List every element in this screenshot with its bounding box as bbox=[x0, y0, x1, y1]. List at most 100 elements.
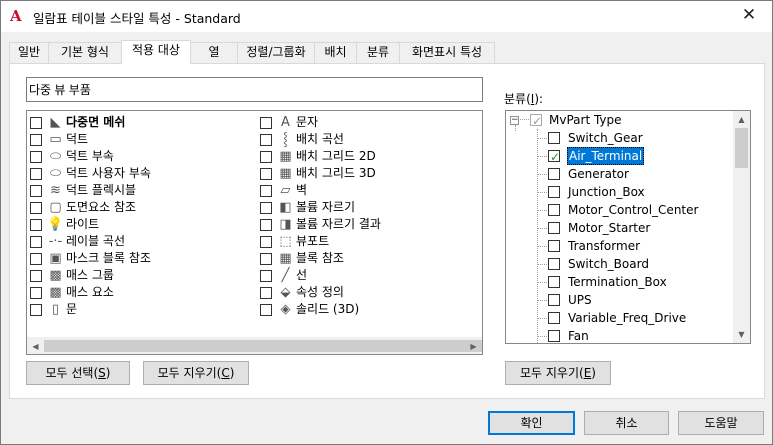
object-type-checkbox[interactable] bbox=[260, 219, 272, 231]
object-type-checkbox[interactable] bbox=[30, 219, 42, 231]
object-type-item[interactable]: ▢ 도면요소 참조 bbox=[30, 199, 258, 216]
tab-classification[interactable]: 분류 bbox=[356, 42, 400, 63]
clear-all-objects-button[interactable]: 모두 지우기(C) bbox=[143, 361, 249, 385]
close-button[interactable]: ✕ bbox=[726, 1, 772, 32]
object-type-checkbox[interactable] bbox=[30, 270, 42, 282]
tab-basic-format[interactable]: 기본 형식 bbox=[48, 42, 122, 63]
object-type-list[interactable]: ◣ 다중면 메쉬 ▭ 덕트 ⬭ 덕트 부속 ⬭ 덕트 사용자 부속 ≋ 덕트 플렉시블 ▢ 도면요소 … bbox=[26, 110, 483, 355]
classification-item[interactable]: Motor_Starter bbox=[538, 219, 728, 237]
object-type-checkbox[interactable] bbox=[30, 117, 42, 129]
classification-item[interactable]: Switch_Gear bbox=[538, 129, 728, 147]
object-type-checkbox[interactable] bbox=[260, 304, 272, 316]
object-type-item[interactable]: ≋ 덕트 플렉시블 bbox=[30, 182, 258, 199]
classification-item[interactable]: Termination_Box bbox=[538, 273, 728, 291]
classification-checkbox[interactable] bbox=[548, 276, 560, 288]
classification-item[interactable]: Switch_Board bbox=[538, 255, 728, 273]
scroll-down-icon[interactable]: ▼ bbox=[733, 326, 750, 343]
tab-sorting-grouping[interactable]: 정렬/그룹화 bbox=[237, 42, 315, 63]
object-type-item[interactable]: ╱ 선 bbox=[260, 267, 480, 284]
tab-columns[interactable]: 열 bbox=[190, 42, 238, 63]
object-type-checkbox[interactable] bbox=[30, 304, 42, 316]
tab-display-properties[interactable]: 화면표시 특성 bbox=[399, 42, 495, 63]
scroll-up-icon[interactable]: ▲ bbox=[733, 111, 750, 128]
object-type-item[interactable]: ◣ 다중면 메쉬 bbox=[30, 114, 258, 131]
tab-layout[interactable]: 배치 bbox=[314, 42, 357, 63]
object-type-checkbox[interactable] bbox=[30, 202, 42, 214]
object-type-item[interactable]: ◈ 솔리드 (3D) bbox=[260, 301, 480, 318]
object-type-checkbox[interactable] bbox=[30, 253, 42, 265]
tab-general[interactable]: 일반 bbox=[9, 42, 49, 63]
object-type-checkbox[interactable] bbox=[260, 236, 272, 248]
object-type-item[interactable]: ▱ 벽 bbox=[260, 182, 480, 199]
object-type-checkbox[interactable] bbox=[30, 287, 42, 299]
object-filter-input[interactable] bbox=[26, 77, 483, 102]
object-type-checkbox[interactable] bbox=[260, 134, 272, 146]
object-type-item[interactable]: ◧ 볼륨 자르기 bbox=[260, 199, 480, 216]
object-type-checkbox[interactable] bbox=[260, 287, 272, 299]
select-all-button[interactable]: 모두 선택(S) bbox=[26, 361, 130, 385]
classification-item[interactable]: ✓ Air_Terminal bbox=[538, 147, 728, 165]
tab-applies-to[interactable]: 적용 대상 bbox=[121, 40, 191, 64]
object-type-item[interactable]: ◨ 볼륨 자르기 결과 bbox=[260, 216, 480, 233]
classification-checkbox[interactable] bbox=[548, 240, 560, 252]
object-type-item[interactable]: ⸾ 배치 곡선 bbox=[260, 131, 480, 148]
horizontal-scroll-thumb[interactable] bbox=[44, 340, 482, 352]
object-type-checkbox[interactable] bbox=[260, 253, 272, 265]
object-type-item[interactable]: 💡 라이트 bbox=[30, 216, 258, 233]
root-checkbox[interactable]: ✓ bbox=[530, 114, 542, 128]
object-type-checkbox[interactable] bbox=[30, 168, 42, 180]
classification-checkbox[interactable] bbox=[548, 222, 560, 234]
clear-all-classifications-button[interactable]: 모두 지우기(E) bbox=[505, 361, 611, 385]
classification-checkbox[interactable] bbox=[548, 312, 560, 324]
classification-checkbox[interactable] bbox=[548, 294, 560, 306]
object-type-checkbox[interactable] bbox=[260, 185, 272, 197]
collapse-icon[interactable]: − bbox=[510, 116, 519, 125]
classification-item[interactable]: Generator bbox=[538, 165, 728, 183]
object-type-checkbox[interactable] bbox=[30, 134, 42, 146]
scroll-left-icon[interactable]: ◀ bbox=[27, 339, 44, 354]
horizontal-scrollbar[interactable]: ◀ ▶ bbox=[27, 337, 482, 354]
classification-checkbox[interactable]: ✓ bbox=[548, 150, 560, 164]
object-type-item[interactable]: ⬭ 덕트 사용자 부속 bbox=[30, 165, 258, 182]
classification-item[interactable]: Junction_Box bbox=[538, 183, 728, 201]
object-type-item[interactable]: ▦ 배치 그리드 2D bbox=[260, 148, 480, 165]
classification-item[interactable]: Motor_Control_Center bbox=[538, 201, 728, 219]
object-type-item[interactable]: ▭ 덕트 bbox=[30, 131, 258, 148]
object-type-item[interactable]: ▩ 매스 그룹 bbox=[30, 267, 258, 284]
tree-root[interactable]: − ✓ MvPart Type bbox=[506, 111, 726, 131]
classification-item[interactable]: Transformer bbox=[538, 237, 728, 255]
help-button[interactable]: 도움말 bbox=[678, 411, 764, 435]
classification-item[interactable]: UPS bbox=[538, 291, 728, 309]
classification-checkbox[interactable] bbox=[548, 132, 560, 144]
object-type-item[interactable]: ⬙ 속성 정의 bbox=[260, 284, 480, 301]
classification-checkbox[interactable] bbox=[548, 330, 560, 342]
object-type-item[interactable]: ⬭ 덕트 부속 bbox=[30, 148, 258, 165]
object-type-checkbox[interactable] bbox=[260, 168, 272, 180]
scroll-right-icon[interactable]: ▶ bbox=[465, 339, 482, 354]
object-type-item[interactable]: -·- 레이블 곡선 bbox=[30, 233, 258, 250]
object-type-checkbox[interactable] bbox=[30, 151, 42, 163]
tree-vertical-scrollbar[interactable]: ▲ ▼ bbox=[733, 111, 750, 343]
object-type-item[interactable]: ▦ 블록 참조 bbox=[260, 250, 480, 267]
classification-tree[interactable]: − ✓ MvPart Type Switch_Gear ✓ Air_Terminal… bbox=[505, 110, 751, 344]
object-type-checkbox[interactable] bbox=[260, 202, 272, 214]
cancel-button[interactable]: 취소 bbox=[584, 411, 669, 435]
classification-item[interactable]: Fan bbox=[538, 327, 728, 343]
classification-item[interactable]: Variable_Freq_Drive bbox=[538, 309, 728, 327]
tree-scroll-thumb[interactable] bbox=[735, 128, 748, 168]
classification-checkbox[interactable] bbox=[548, 186, 560, 198]
object-type-item[interactable]: A 문자 bbox=[260, 114, 480, 131]
object-type-item[interactable]: ⬚ 뷰포트 bbox=[260, 233, 480, 250]
object-type-item[interactable]: ▣ 마스크 블록 참조 bbox=[30, 250, 258, 267]
classification-checkbox[interactable] bbox=[548, 168, 560, 180]
ok-button[interactable]: 확인 bbox=[488, 411, 575, 435]
object-type-item[interactable]: ▯ 문 bbox=[30, 301, 258, 318]
object-type-item[interactable]: ▩ 매스 요소 bbox=[30, 284, 258, 301]
classification-checkbox[interactable] bbox=[548, 258, 560, 270]
object-type-checkbox[interactable] bbox=[30, 185, 42, 197]
object-type-item[interactable]: ▦ 배치 그리드 3D bbox=[260, 165, 480, 182]
object-type-checkbox[interactable] bbox=[30, 236, 42, 248]
object-type-checkbox[interactable] bbox=[260, 117, 272, 129]
classification-checkbox[interactable] bbox=[548, 204, 560, 216]
object-type-checkbox[interactable] bbox=[260, 270, 272, 282]
